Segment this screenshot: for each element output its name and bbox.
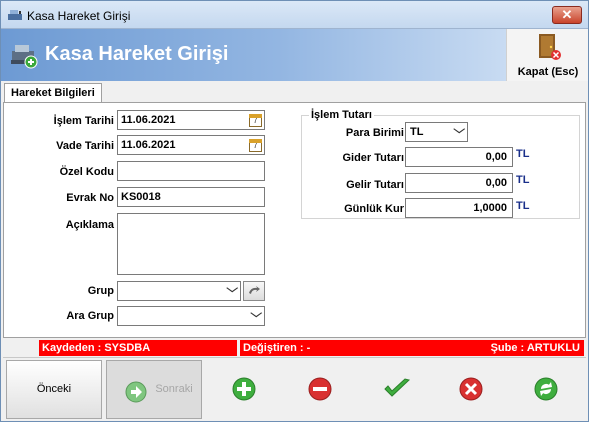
islem-tarihi-label: İşlem Tarihi [53, 115, 114, 127]
grup-dropdown[interactable]: ⌵ [117, 281, 241, 301]
exit-door-icon [539, 34, 561, 60]
chevron-down-icon: ⌵ [452, 124, 465, 136]
save-checkmark-icon[interactable] [383, 377, 411, 401]
ara-grup-dropdown[interactable]: ⌵ [117, 306, 265, 326]
status-bar: Kaydeden : SYSDBA Değiştiren : - Şube : … [39, 340, 584, 356]
gunluk-kur-input[interactable]: 1,0000 [405, 198, 513, 218]
aciklama-label: Açıklama [65, 219, 114, 231]
header-banner: Kasa Hareket Girişi Kapat (Esc) [1, 29, 588, 81]
evrak-no-label: Evrak No [66, 192, 114, 204]
refresh-arrow-icon [249, 286, 260, 294]
gider-tutari-input[interactable]: 0,00 [405, 147, 513, 167]
cash-register-icon [8, 10, 22, 20]
gelir-tutari-label: Gelir Tutarı [346, 179, 404, 191]
previous-button[interactable]: Önceki [6, 360, 102, 419]
tab-content: İşlem Tarihi 11.06.2021 7 Vade Tarihi 11… [3, 102, 586, 338]
islem-tutari-legend: İşlem Tutarı [309, 109, 374, 121]
close-label: Kapat (Esc) [517, 66, 579, 78]
calendar-icon[interactable]: 7 [249, 139, 262, 152]
kaydeden-status: Kaydeden : SYSDBA [39, 340, 237, 356]
para-birimi-value: TL [410, 126, 424, 138]
vade-tarihi-label: Vade Tarihi [56, 140, 114, 152]
window-close-button[interactable]: ✕ [552, 6, 582, 24]
cash-register-add-icon [11, 45, 38, 69]
evrak-no-input[interactable]: KS0018 [117, 187, 265, 207]
delete-minus-icon[interactable] [308, 377, 332, 401]
chevron-down-icon: ⌵ [249, 308, 262, 320]
tab-strip: Hareket Bilgileri [1, 81, 588, 104]
next-button[interactable]: Sonraki [106, 360, 202, 419]
islem-tutari-group: İşlem Tutarı Para Birimi TL ⌵ Gider Tuta… [301, 109, 580, 219]
gelir-tutari-input[interactable]: 0,00 [405, 173, 513, 193]
kur-currency: TL [516, 200, 530, 212]
page-title: Kasa Hareket Girişi [45, 43, 229, 65]
degistiren-status: Değiştiren : - Şube : ARTUKLU [240, 340, 584, 356]
window-title: Kasa Hareket Girişi [27, 9, 131, 23]
ozel-kodu-input[interactable] [117, 161, 265, 181]
gunluk-kur-label: Günlük Kur [344, 203, 404, 215]
para-birimi-label: Para Birimi [345, 127, 404, 139]
chevron-down-icon: ⌵ [225, 283, 238, 295]
tab-hareket-bilgileri[interactable]: Hareket Bilgileri [4, 83, 102, 104]
cancel-icon[interactable] [459, 377, 483, 401]
gider-currency: TL [516, 148, 530, 160]
aciklama-textarea[interactable] [117, 213, 265, 275]
islem-tarihi-input[interactable]: 11.06.2021 [117, 110, 265, 130]
title-bar: Kasa Hareket Girişi ✕ [1, 1, 588, 29]
sube-text: Şube : ARTUKLU [490, 342, 580, 354]
next-label: Sonraki [155, 383, 193, 395]
bottom-toolbar: Önceki Sonraki [3, 357, 586, 420]
grup-label: Grup [87, 285, 114, 297]
degistiren-text: Değiştiren : - [243, 342, 311, 354]
add-icon[interactable] [232, 377, 256, 401]
previous-label: Önceki [36, 383, 72, 395]
gider-tutari-label: Gider Tutarı [342, 152, 404, 164]
calendar-icon[interactable]: 7 [249, 114, 262, 127]
close-esc-button[interactable]: Kapat (Esc) [506, 29, 588, 81]
gelir-currency: TL [516, 174, 530, 186]
kasa-hareket-window: Kasa Hareket Girişi ✕ Kasa Hareket Giriş… [0, 0, 589, 422]
grup-lookup-button[interactable] [243, 281, 265, 301]
refresh-icon[interactable] [534, 377, 558, 401]
para-birimi-dropdown[interactable]: TL ⌵ [405, 122, 468, 142]
ara-grup-label: Ara Grup [66, 310, 114, 322]
vade-tarihi-input[interactable]: 11.06.2021 [117, 135, 265, 155]
ozel-kodu-label: Özel Kodu [59, 166, 114, 178]
